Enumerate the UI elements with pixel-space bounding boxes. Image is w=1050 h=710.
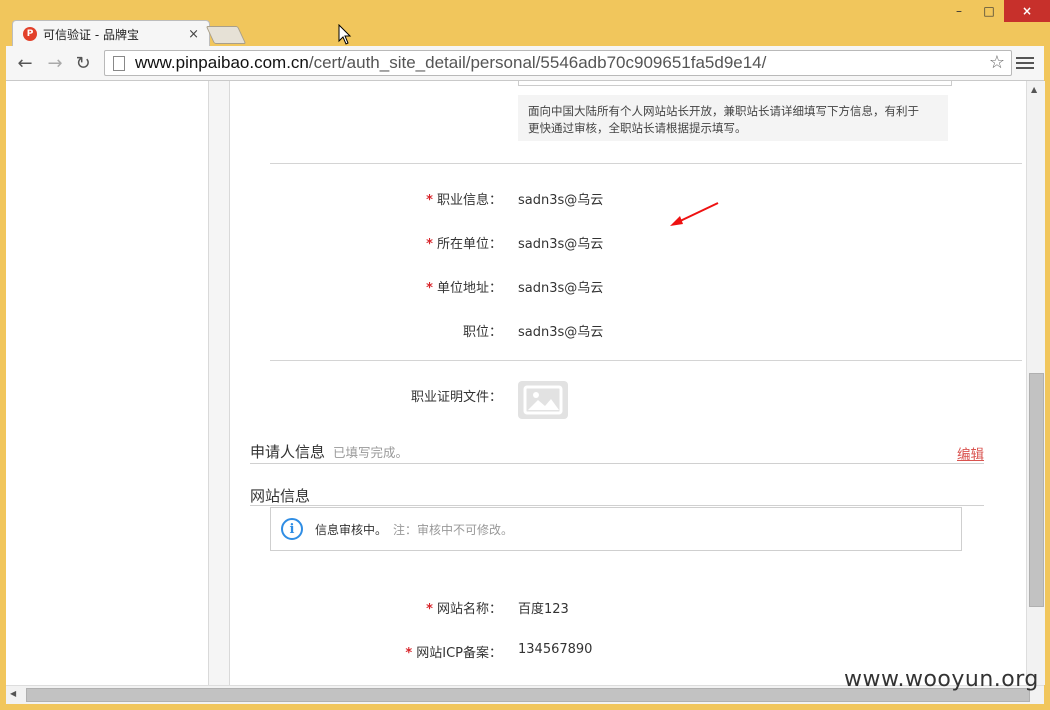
site-section-title: 网站信息 bbox=[250, 487, 311, 505]
url-path: /cert/auth_site_detail/personal/5546adb7… bbox=[308, 53, 767, 72]
vertical-scrollbar[interactable]: ▲ bbox=[1026, 81, 1045, 685]
field-label: 职业证明文件： bbox=[410, 390, 502, 405]
applicant-section-title: 申请人信息 已填写完成。 bbox=[250, 443, 409, 461]
window-controls: – □ × bbox=[944, 0, 1050, 22]
field-label: 职位： bbox=[462, 325, 502, 340]
section-divider bbox=[250, 463, 984, 464]
required-mark: * bbox=[405, 646, 413, 661]
field-value: sadn3s@乌云 bbox=[518, 281, 604, 296]
job-info-row: * 职业信息： sadn3s@乌云 bbox=[230, 189, 1026, 209]
field-value: sadn3s@乌云 bbox=[518, 237, 604, 252]
browser-window: P 可信验证 - 品牌宝 × – □ × ← → ↻ www.pinpaibao… bbox=[0, 0, 1050, 710]
notice-line-1: 面向中国大陆所有个人网站站长开放，兼职站长请详细填写下方信息，有利于 bbox=[528, 104, 919, 118]
notice-line-2: 更快通过审核，全职站长请根据提示填写。 bbox=[528, 121, 747, 135]
info-icon: i bbox=[281, 518, 303, 540]
review-status-note: 注：审核中不可修改。 bbox=[393, 522, 514, 537]
forward-button[interactable]: → bbox=[44, 52, 66, 74]
field-value: 百度123 bbox=[518, 602, 569, 617]
tab-title: 可信验证 - 品牌宝 bbox=[43, 27, 139, 42]
back-button[interactable]: ← bbox=[14, 52, 36, 74]
divider bbox=[270, 360, 1022, 361]
address-bar[interactable]: www.pinpaibao.com.cn/cert/auth_site_deta… bbox=[104, 50, 1012, 76]
field-label: * 网站名称： bbox=[426, 602, 502, 617]
maximize-button[interactable]: □ bbox=[974, 0, 1004, 22]
close-window-button[interactable]: × bbox=[1004, 0, 1050, 22]
tab-close-icon[interactable]: × bbox=[188, 27, 199, 42]
review-status-box: i 信息审核中。 注：审核中不可修改。 bbox=[270, 507, 962, 551]
field-label: * 所在单位： bbox=[426, 237, 502, 252]
employer-address-row: * 单位地址： sadn3s@乌云 bbox=[230, 277, 1026, 297]
watermark: www.wooyun.org bbox=[844, 667, 1039, 692]
personal-notice: 面向中国大陆所有个人网站站长开放，兼职站长请详细填写下方信息，有利于 更快通过审… bbox=[518, 95, 948, 141]
minimize-button[interactable]: – bbox=[944, 0, 974, 22]
review-status-text: 信息审核中。 bbox=[315, 522, 388, 537]
required-mark: * bbox=[426, 237, 433, 252]
page-icon bbox=[113, 55, 125, 71]
position-row: 职位： sadn3s@乌云 bbox=[230, 321, 1026, 341]
chrome-menu-icon[interactable] bbox=[1016, 52, 1034, 74]
vertical-scroll-thumb[interactable] bbox=[1029, 373, 1044, 607]
cert-file-row: 职业证明文件： bbox=[230, 386, 1026, 406]
field-value: sadn3s@乌云 bbox=[518, 325, 604, 340]
employer-row: * 所在单位： sadn3s@乌云 bbox=[230, 233, 1026, 253]
new-tab-button[interactable] bbox=[205, 26, 247, 44]
field-value: sadn3s@乌云 bbox=[518, 193, 604, 208]
page-viewport: 面向中国大陆所有个人网站站长开放，兼职站长请详细填写下方信息，有利于 更快通过审… bbox=[6, 81, 1026, 685]
required-mark: * bbox=[426, 281, 433, 296]
scroll-left-icon[interactable]: ◀ bbox=[10, 689, 16, 698]
edit-link[interactable]: 编辑 bbox=[957, 443, 984, 463]
main-content: 面向中国大陆所有个人网站站长开放，兼职站长请详细填写下方信息，有利于 更快通过审… bbox=[229, 81, 1026, 685]
site-name-row: * 网站名称： 百度123 bbox=[230, 598, 1026, 618]
red-arrow-annotation-icon bbox=[670, 202, 719, 226]
field-value: 134567890 bbox=[518, 642, 593, 657]
type-tabs-edge bbox=[518, 81, 952, 86]
field-label: * 职业信息： bbox=[426, 193, 502, 208]
bookmark-star-icon[interactable]: ☆ bbox=[989, 52, 1005, 73]
browser-tab[interactable]: P 可信验证 - 品牌宝 × bbox=[12, 20, 210, 47]
title-bar: P 可信验证 - 品牌宝 × – □ × bbox=[0, 0, 1050, 47]
scroll-up-icon[interactable]: ▲ bbox=[1031, 85, 1037, 94]
section-divider bbox=[250, 505, 984, 506]
image-placeholder-icon[interactable] bbox=[518, 381, 568, 419]
browser-toolbar: ← → ↻ www.pinpaibao.com.cn/cert/auth_sit… bbox=[6, 46, 1044, 81]
required-mark: * bbox=[426, 193, 433, 208]
applicant-status: 已填写完成。 bbox=[333, 445, 409, 460]
field-label: * 网站ICP备案： bbox=[405, 646, 502, 661]
required-mark: * bbox=[426, 602, 433, 617]
pinpaibao-favicon-icon: P bbox=[23, 27, 37, 41]
divider bbox=[270, 163, 1022, 164]
site-icp-row: * 网站ICP备案： 134567890 bbox=[230, 642, 1026, 662]
field-label: * 单位地址： bbox=[426, 281, 502, 296]
url-host: www.pinpaibao.com.cn bbox=[135, 53, 309, 72]
left-sidebar bbox=[6, 81, 209, 685]
url-text: www.pinpaibao.com.cn/cert/auth_site_deta… bbox=[135, 53, 766, 73]
reload-button[interactable]: ↻ bbox=[72, 52, 94, 74]
